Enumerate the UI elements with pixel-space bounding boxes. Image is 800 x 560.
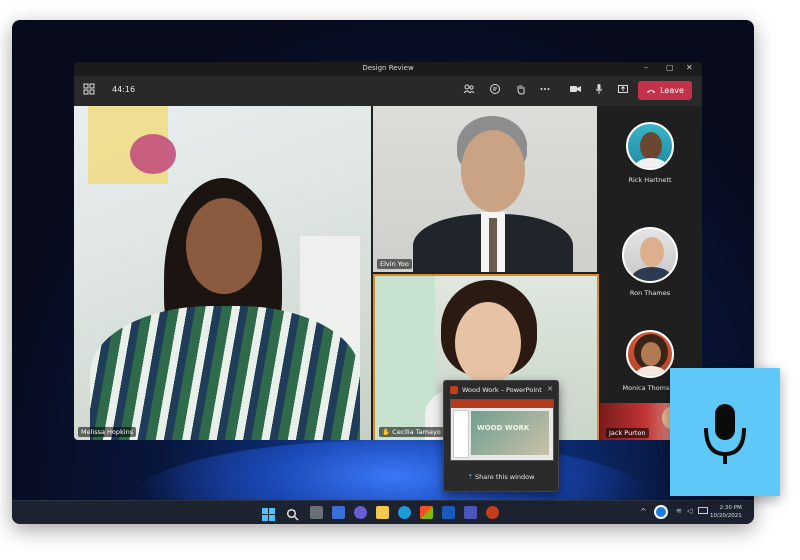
avatar: [622, 227, 678, 283]
person-tie: [489, 218, 497, 272]
hang-up-icon: [647, 89, 656, 93]
participant-name-tag: Elvin Yoo: [377, 259, 412, 269]
microphone-callout: [670, 368, 780, 496]
person-face: [455, 302, 521, 384]
close-button[interactable]: ✕: [686, 63, 693, 72]
share-this-window-button[interactable]: ⇡ Share this window: [444, 473, 558, 481]
teams-icon[interactable]: [464, 506, 477, 519]
camera-icon[interactable]: [568, 83, 582, 97]
task-view-icon[interactable]: [310, 506, 323, 519]
avatar: [626, 330, 674, 378]
store-icon[interactable]: [420, 506, 433, 519]
raise-hand-icon[interactable]: [514, 83, 528, 97]
clock-time: 2:30 PM: [719, 505, 742, 511]
active-mic-indicator-icon[interactable]: [654, 505, 668, 519]
participant-name-tag: ✋ Cecilia Tamayo: [379, 427, 444, 437]
share-window-preview[interactable]: Wood Work – PowerPoint ✕ WOOD WORK ⇡ Sha…: [443, 380, 559, 492]
file-explorer-icon[interactable]: [376, 506, 389, 519]
system-clock[interactable]: 2:30 PM 10/20/2021: [710, 504, 742, 520]
search-icon[interactable]: [286, 506, 299, 521]
taskbar: ^ ≋ ◁ 2:30 PM 10/20/2021: [12, 500, 754, 524]
raise-hand-icon: ✋: [382, 428, 391, 436]
more-icon[interactable]: [538, 83, 552, 97]
meeting-window: Design Review – ▢ ✕ 44:16 Leave Melissa …: [74, 62, 702, 440]
avatar: [626, 122, 674, 170]
participants-icon[interactable]: [462, 83, 476, 97]
chevron-up-icon[interactable]: ^: [640, 507, 647, 516]
video-tile-elvin[interactable]: Elvin Yoo: [373, 106, 597, 272]
slide-title: WOOD WORK: [477, 424, 530, 432]
leave-button[interactable]: Leave: [638, 81, 692, 100]
rail-participant-name: Rick Hartnett: [628, 176, 672, 184]
wifi-icon[interactable]: ≋: [676, 507, 682, 515]
person-face: [186, 198, 262, 294]
participant-name: Cecilia Tamayo: [392, 428, 441, 436]
layout-grid-icon[interactable]: [82, 83, 96, 97]
slide-thumbnail: WOOD WORK: [450, 399, 554, 461]
participant-name-tag: Melissa Hopkins: [78, 427, 137, 437]
clock-date: 10/20/2021: [710, 513, 742, 519]
title-bar: Design Review – ▢ ✕: [74, 62, 702, 76]
share-this-window-label: Share this window: [475, 473, 535, 481]
share-icon: ⇡: [467, 473, 473, 481]
participant-name-tag: Jack Purton: [606, 428, 649, 438]
start-icon[interactable]: [262, 506, 275, 521]
microphone-icon: [704, 404, 746, 464]
preview-window-title: Wood Work – PowerPoint: [462, 386, 542, 394]
teams-chat-icon[interactable]: [354, 506, 367, 519]
flowers: [130, 134, 176, 174]
powerpoint-icon[interactable]: [486, 506, 499, 519]
person-face: [461, 130, 525, 212]
window-title: Design Review: [362, 64, 414, 72]
volume-icon[interactable]: ◁: [687, 507, 692, 515]
rail-participant-ron[interactable]: Ron Thames: [605, 227, 695, 297]
share-icon[interactable]: [616, 83, 630, 97]
outlook-icon[interactable]: [442, 506, 455, 519]
minimize-button[interactable]: –: [644, 63, 648, 72]
meeting-timer: 44:16: [112, 85, 136, 94]
edge-icon[interactable]: [398, 506, 411, 519]
meeting-toolbar: 44:16 Leave: [74, 76, 702, 106]
powerpoint-icon: [450, 386, 458, 394]
mic-icon[interactable]: [592, 83, 606, 97]
desktop: Design Review – ▢ ✕ 44:16 Leave Melissa …: [12, 20, 754, 524]
maximize-button[interactable]: ▢: [666, 63, 674, 72]
chat-icon[interactable]: [488, 83, 502, 97]
rail-participant-name: Ron Thames: [629, 289, 671, 297]
person-shirt: [90, 306, 360, 440]
rail-participant-rick[interactable]: Rick Hartnett: [605, 122, 695, 184]
widgets-icon[interactable]: [332, 506, 345, 519]
video-tile-melissa[interactable]: Melissa Hopkins: [74, 106, 371, 440]
close-icon[interactable]: ✕: [547, 385, 553, 393]
battery-icon[interactable]: [698, 507, 708, 514]
leave-label: Leave: [660, 86, 684, 95]
